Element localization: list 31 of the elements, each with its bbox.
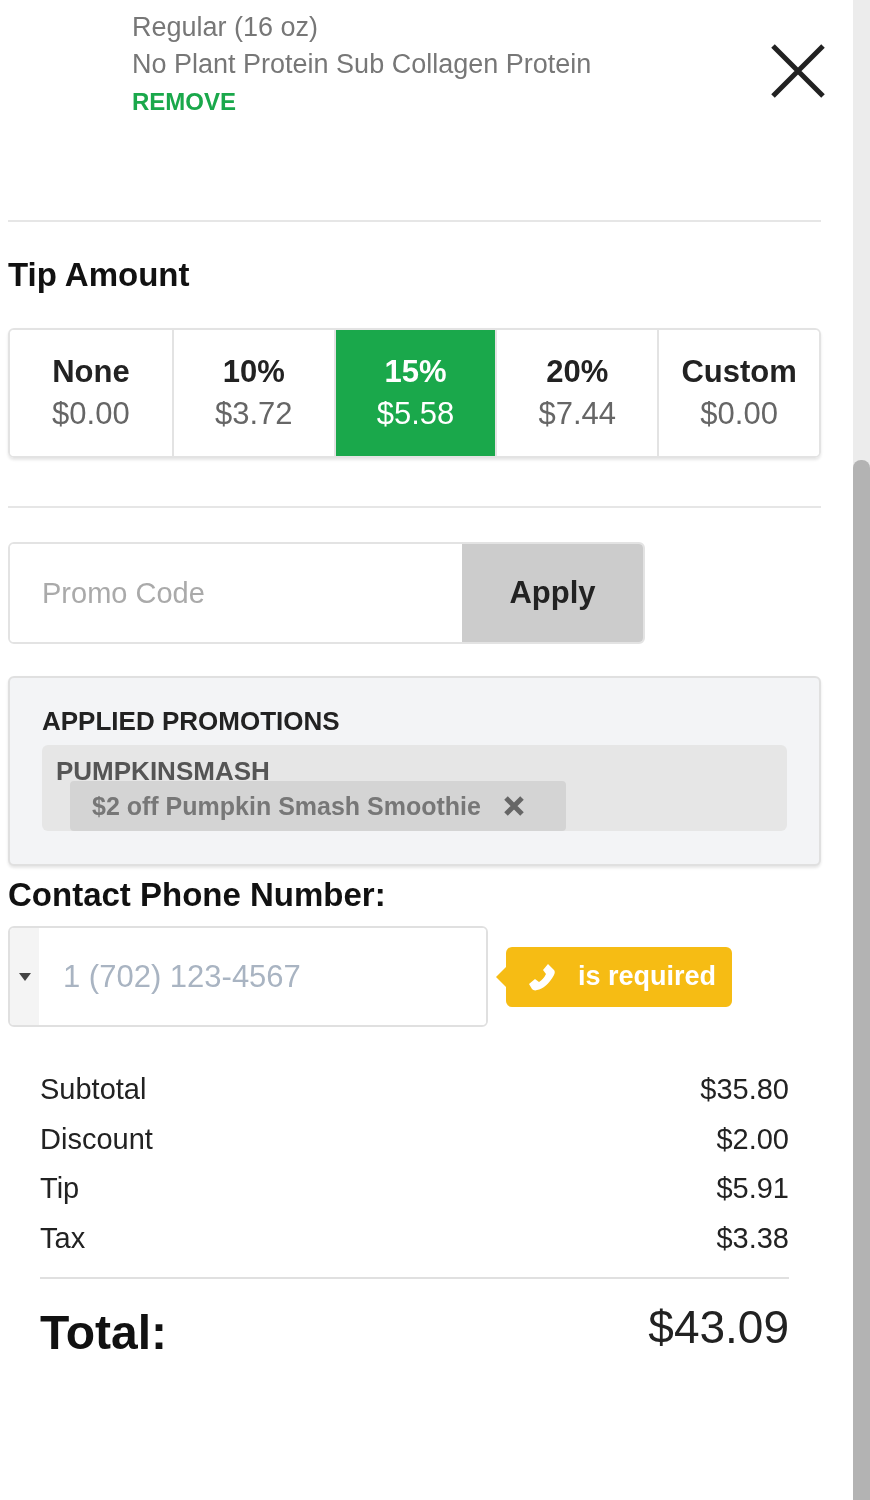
item-size: Regular (16 oz) — [132, 12, 320, 43]
apply-button[interactable]: Apply — [462, 544, 643, 642]
promo-code: PUMPKINSMASH — [56, 757, 271, 785]
remove-icon[interactable] — [502, 795, 525, 817]
tip-option[interactable]: 10% $3.72 — [171, 330, 334, 456]
item-modifier: No Plant Protein Sub Collagen Protein — [132, 49, 592, 80]
phone-heading: Contact Phone Number: — [8, 876, 387, 914]
error-text: is required — [578, 961, 717, 992]
phone-icon — [528, 962, 556, 991]
tip-option[interactable]: Custom $0.00 — [657, 330, 819, 456]
scrollbar[interactable] — [853, 0, 870, 1500]
summary-value: $5.91 — [716, 1172, 789, 1206]
summary-value: $2.00 — [716, 1122, 789, 1156]
summary-label: Tax — [40, 1221, 86, 1255]
summary-label: Discount — [40, 1122, 153, 1156]
scrollbar-thumb[interactable] — [853, 460, 870, 1500]
total-value: $43.09 — [648, 1299, 789, 1354]
summary-value: $3.38 — [716, 1221, 789, 1255]
close-icon[interactable] — [769, 42, 827, 100]
promo-field[interactable]: Promo Code Apply — [8, 542, 645, 644]
country-dropdown[interactable] — [10, 928, 39, 1025]
summary-label: Subtotal — [40, 1073, 147, 1107]
tip-option[interactable]: None $0.00 — [10, 330, 172, 456]
promotion-description: $2 off Pumpkin Smash Smoothie — [92, 791, 481, 821]
caret-icon — [19, 972, 31, 981]
summary-label: Tip — [40, 1172, 80, 1206]
tip-option[interactable]: 20% $7.44 — [495, 330, 658, 456]
summary-value: $35.80 — [700, 1073, 789, 1107]
total-label: Total: — [40, 1305, 168, 1360]
promotions-heading: APPLIED PROMOTIONS — [42, 706, 341, 737]
tip-heading: Tip Amount — [8, 256, 191, 294]
